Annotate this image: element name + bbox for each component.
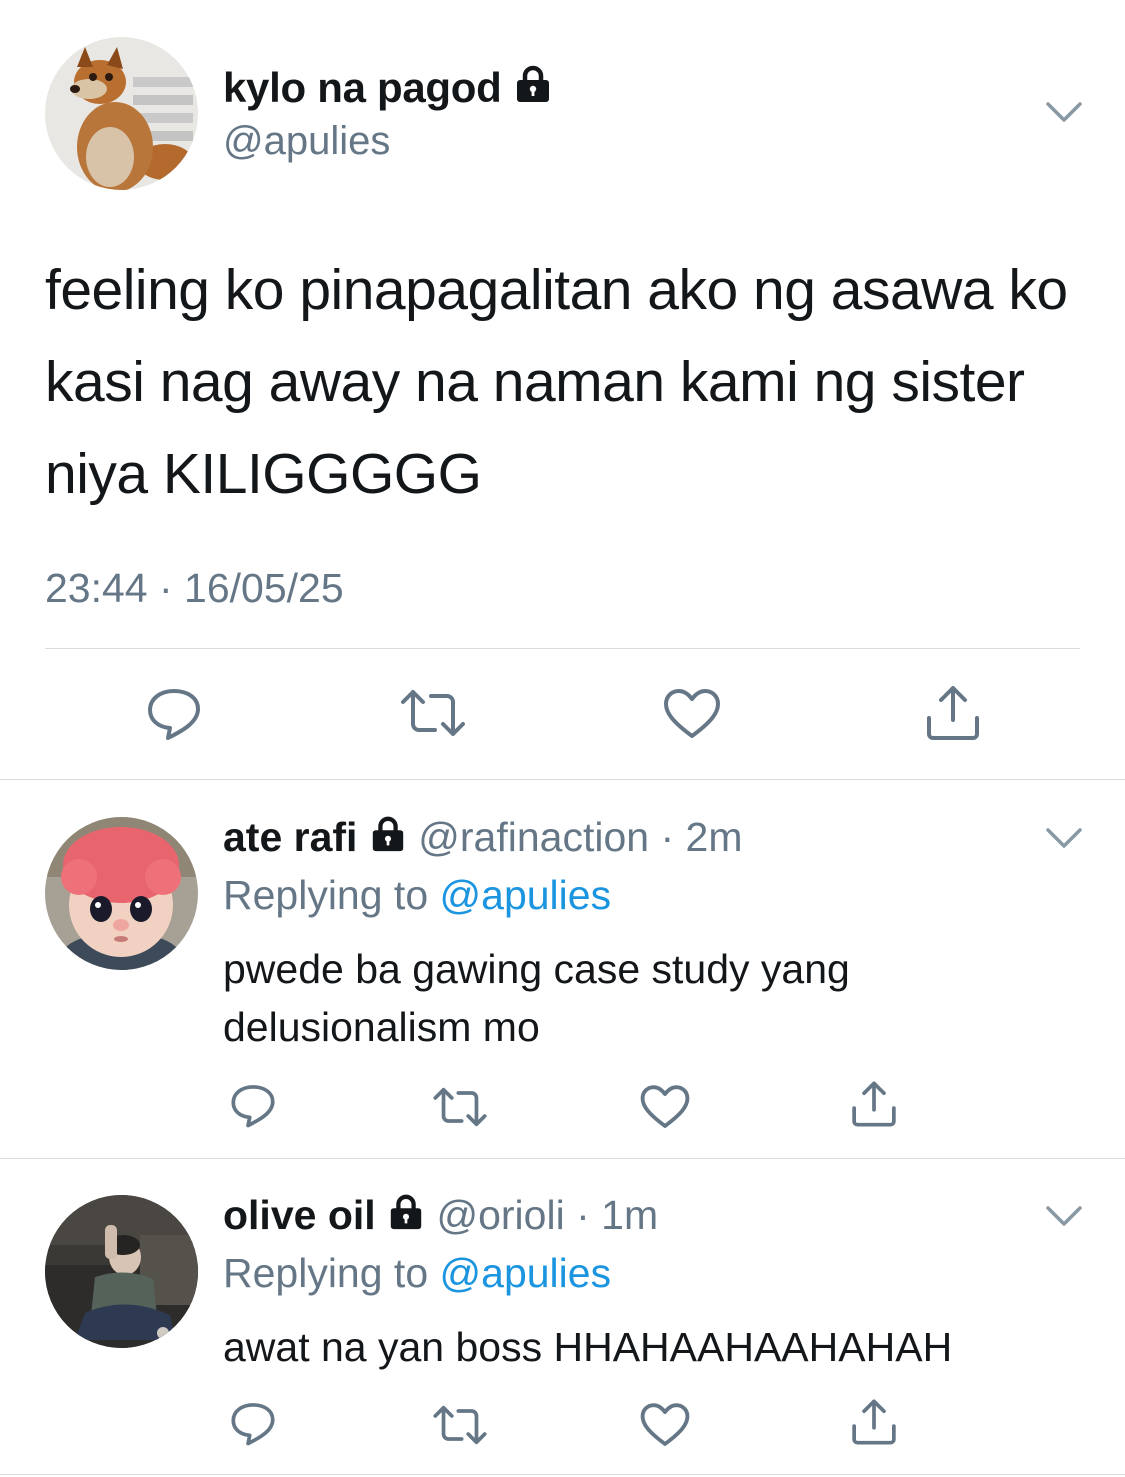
tweet-text: feeling ko pinapagalitan ako ng asawa ko…: [45, 258, 1068, 506]
reply-header: ate rafi @rafinaction · 2m: [223, 812, 742, 862]
tweet-thread: kylo na pagod @apulies feeling ko pinapa…: [0, 0, 1125, 1477]
replying-to-label: Replying to: [223, 1250, 429, 1296]
reply-text: pwede ba gawing case study yang delusion…: [223, 946, 850, 1050]
replying-to: Replying to @apulies: [223, 1248, 611, 1298]
divider: [0, 779, 1125, 780]
divider: [45, 648, 1080, 649]
share-icon[interactable]: [924, 684, 982, 742]
like-icon[interactable]: [640, 1402, 690, 1448]
chevron-down-icon[interactable]: [1044, 1202, 1084, 1230]
replying-to-label: Replying to: [223, 872, 429, 918]
user-handle[interactable]: @apulies: [223, 116, 390, 166]
divider: [0, 1474, 1125, 1475]
mention-link[interactable]: @apulies: [440, 872, 612, 918]
like-icon[interactable]: [663, 688, 721, 740]
tweet-timestamp[interactable]: 23:44 · 16/05/25: [45, 562, 344, 614]
reply-time[interactable]: · 2m: [660, 814, 742, 860]
display-name[interactable]: olive oil: [223, 1192, 376, 1238]
user-handle[interactable]: @rafinaction: [418, 814, 649, 860]
reply-text: awat na yan boss HHAHAAHAAHAHAH: [223, 1324, 953, 1370]
avatar[interactable]: [45, 1195, 198, 1348]
share-icon[interactable]: [850, 1080, 898, 1128]
reply-icon[interactable]: [146, 685, 202, 741]
share-icon[interactable]: [850, 1398, 898, 1446]
lock-icon: [516, 65, 549, 102]
lock-icon: [390, 1194, 422, 1230]
avatar[interactable]: [45, 37, 198, 190]
reply-icon[interactable]: [230, 1400, 276, 1446]
avatar[interactable]: [45, 817, 198, 970]
chevron-down-icon[interactable]: [1044, 98, 1084, 126]
retweet-icon[interactable]: [432, 1404, 488, 1446]
display-name[interactable]: ate rafi: [223, 814, 357, 860]
retweet-icon[interactable]: [432, 1086, 488, 1128]
like-icon[interactable]: [640, 1084, 690, 1130]
display-name[interactable]: kylo na pagod: [223, 62, 553, 114]
divider: [0, 1158, 1125, 1159]
reply-time[interactable]: · 1m: [576, 1192, 658, 1238]
replying-to: Replying to @apulies: [223, 870, 611, 920]
mention-link[interactable]: @apulies: [440, 1250, 612, 1296]
display-name-text: kylo na pagod: [223, 64, 502, 111]
user-handle[interactable]: @orioli: [436, 1192, 564, 1238]
reply-header: olive oil @orioli · 1m: [223, 1190, 658, 1240]
retweet-icon[interactable]: [399, 688, 467, 738]
lock-icon: [372, 816, 404, 852]
reply-icon[interactable]: [230, 1082, 276, 1128]
chevron-down-icon[interactable]: [1044, 824, 1084, 852]
